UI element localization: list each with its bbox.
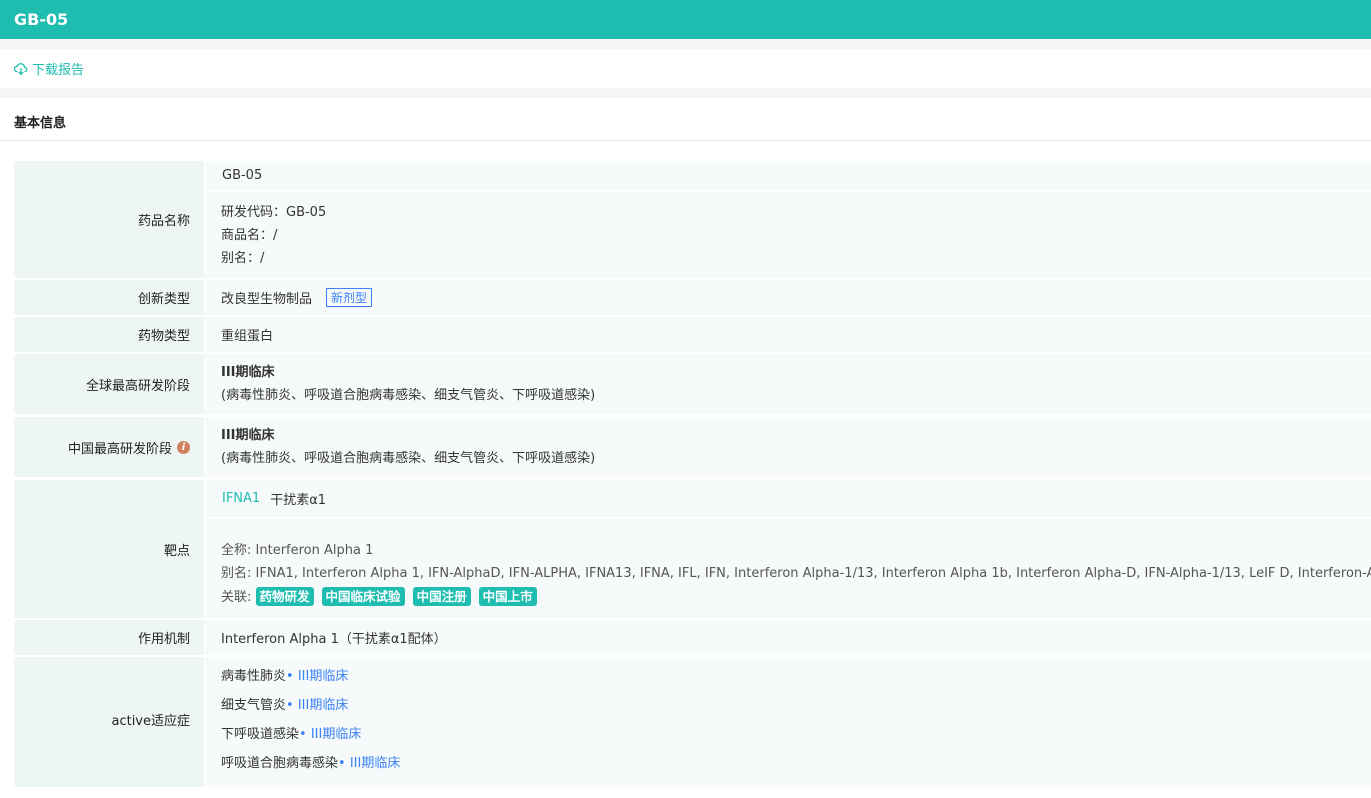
label-global-stage: 全球最高研发阶段 <box>14 354 204 414</box>
label-mechanism: 作用机制 <box>14 620 204 655</box>
mechanism-value: Interferon Alpha 1（干扰素α1配体） <box>221 632 447 647</box>
row-active-indications: active适应症 病毒性肺炎• III期临床 细支气管炎• III期临床 下呼… <box>14 657 1371 787</box>
china-stage: III期临床 <box>221 428 275 443</box>
label-drug-type: 药物类型 <box>14 317 204 352</box>
section-title: 基本信息 <box>0 98 1371 141</box>
label-drug-name: 药品名称 <box>14 161 204 278</box>
alias-label: 别名: <box>221 565 252 581</box>
row-global-stage: 全球最高研发阶段 III期临床 (病毒性肺炎、呼吸道合胞病毒感染、细支气管炎、下呼… <box>14 354 1371 414</box>
indication-item: 呼吸道合胞病毒感染• III期临床 <box>221 756 401 771</box>
label-innovation: 创新类型 <box>14 280 204 315</box>
target-cn-name: 干扰素α1 <box>270 493 327 508</box>
global-indications: (病毒性肺炎、呼吸道合胞病毒感染、细支气管炎、下呼吸道感染) <box>221 388 596 403</box>
related-china-registration[interactable]: 中国注册 <box>412 586 471 606</box>
label-target: 靶点 <box>14 480 204 618</box>
label-china-stage: 中国最高研发阶段 <box>67 441 172 457</box>
row-drug-name: 药品名称 GB-05 研发代码：GB-05 商品名：/ 别名：/ <box>14 161 1371 278</box>
dev-code: 研发代码：GB-05 <box>221 204 327 220</box>
download-report-label: 下载报告 <box>32 63 85 78</box>
drug-type-value: 重组蛋白 <box>221 329 274 344</box>
related-drug-rd[interactable]: 药物研发 <box>255 586 314 606</box>
page-header: GB-05 <box>0 0 1371 39</box>
indication-item: 细支气管炎• III期临床 <box>221 698 349 713</box>
row-drug-type: 药物类型 重组蛋白 <box>14 317 1371 352</box>
row-china-stage: 中国最高研发阶段 i III期临床 (病毒性肺炎、呼吸道合胞病毒感染、细支气管炎、下… <box>14 417 1371 477</box>
trade-name: 商品名：/ <box>221 227 278 243</box>
drug-name-value: GB-05 <box>206 161 1371 190</box>
global-stage: III期临床 <box>221 365 275 380</box>
info-icon[interactable]: i <box>177 440 190 454</box>
basic-info-card: 基本信息 药品名称 GB-05 研发代码：GB-05 商品名：/ 别名：/ 创新… <box>0 98 1371 798</box>
related-label: 关联: <box>221 589 252 605</box>
target-aliases: IFNA1, Interferon Alpha 1, IFN-AlphaD, I… <box>255 565 1371 581</box>
drug-name-details: 研发代码：GB-05 商品名：/ 别名：/ <box>205 192 1371 278</box>
cloud-download-icon <box>14 62 28 75</box>
label-active: active适应症 <box>14 657 204 787</box>
innovation-value: 改良型生物制品 <box>221 292 313 307</box>
download-report-button[interactable]: 下载报告 <box>0 49 1371 88</box>
china-indications: (病毒性肺炎、呼吸道合胞病毒感染、细支气管炎、下呼吸道感染) <box>221 451 596 466</box>
full-name-label: 全称: <box>221 542 252 558</box>
innovation-tag: 新剂型 <box>326 288 373 307</box>
alias: 别名：/ <box>221 250 265 266</box>
row-innovation: 创新类型 改良型生物制品 新剂型 <box>14 280 1371 315</box>
row-mechanism: 作用机制 Interferon Alpha 1（干扰素α1配体） <box>14 620 1371 655</box>
indication-item: 下呼吸道感染• III期临床 <box>221 727 362 742</box>
drug-name: GB-05 <box>222 168 263 183</box>
indication-item: 病毒性肺炎• III期临床 <box>221 669 349 684</box>
page-title: GB-05 <box>14 10 69 29</box>
related-china-trials[interactable]: 中国临床试验 <box>321 586 405 606</box>
target-symbol-link[interactable]: IFNA1 <box>222 491 260 506</box>
related-china-market[interactable]: 中国上市 <box>478 586 537 606</box>
full-name: Interferon Alpha 1 <box>255 542 374 558</box>
row-target: 靶点 IFNA1 干扰素α1 全称: Interferon Alpha 1 别名:… <box>14 480 1371 618</box>
